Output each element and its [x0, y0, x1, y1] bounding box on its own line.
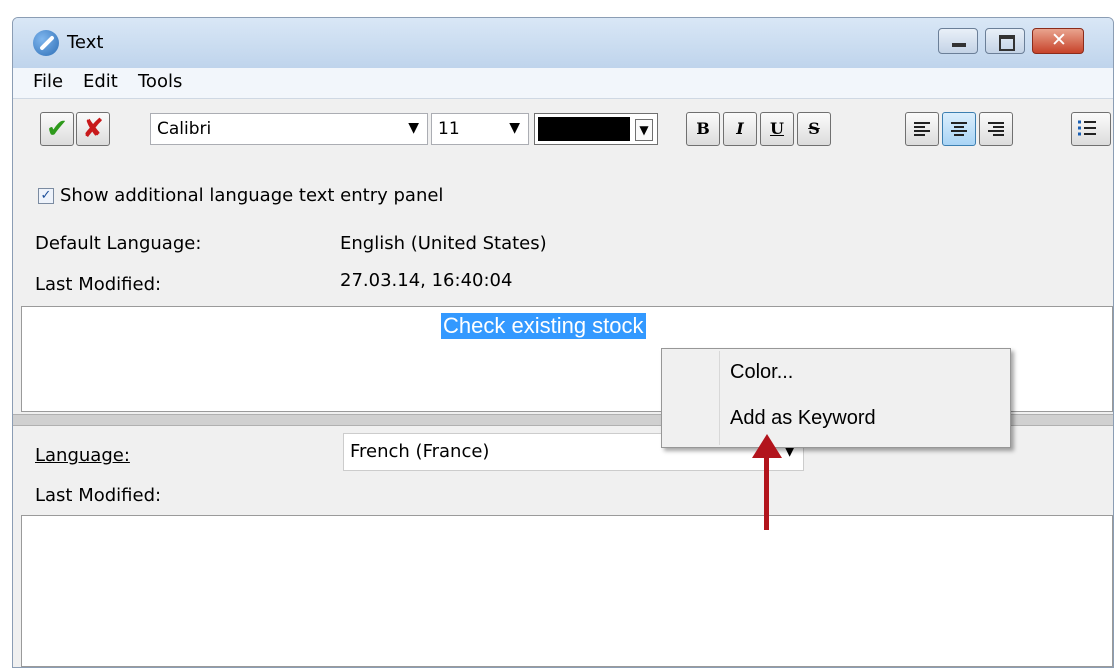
bold-icon: B: [696, 119, 710, 138]
menu-bar: File Edit Tools: [13, 68, 1113, 99]
strikethrough-icon: S: [808, 119, 820, 138]
chevron-down-icon: ▼: [408, 120, 419, 136]
last-modified-value: 27.03.14, 16:40:04: [340, 270, 513, 291]
bullet-list-button[interactable]: [1071, 112, 1111, 146]
chevron-down-icon: ▼: [509, 120, 520, 136]
show-panel-checkbox[interactable]: ✓: [38, 188, 54, 204]
minimize-icon: [952, 43, 966, 47]
language-label: Language:: [35, 445, 130, 466]
menu-tools[interactable]: Tools: [138, 71, 182, 92]
properties-panel: ✓ Show additional language text entry pa…: [13, 161, 1113, 304]
language-label-text: Language:: [35, 445, 130, 466]
second-last-modified-label: Last Modified:: [35, 485, 162, 506]
annotation-arrow: [764, 454, 769, 530]
context-menu: Color... Add as Keyword: [661, 348, 1011, 448]
italic-button[interactable]: I: [723, 112, 757, 146]
font-family-select[interactable]: Calibri ▼: [150, 113, 428, 145]
default-language-value: English (United States): [340, 233, 547, 254]
font-size-select[interactable]: 11 ▼: [431, 113, 529, 145]
ok-button[interactable]: ✔: [40, 112, 74, 146]
chevron-down-icon: ▼: [635, 119, 653, 141]
bold-button[interactable]: B: [686, 112, 720, 146]
maximize-icon: [999, 35, 1015, 51]
align-right-icon: [988, 122, 1004, 136]
close-icon: ✕: [1051, 29, 1067, 51]
title-bar[interactable]: Text ✕: [13, 18, 1113, 68]
translation-text-editor[interactable]: [21, 515, 1113, 667]
menu-item-color[interactable]: Color...: [730, 361, 793, 384]
underline-icon: U: [770, 119, 784, 138]
font-color-select[interactable]: ▼: [534, 113, 658, 145]
app-icon: [33, 30, 59, 56]
underline-button[interactable]: U: [760, 112, 794, 146]
align-left-icon: [914, 122, 930, 136]
font-family-value: Calibri: [157, 119, 212, 139]
cancel-button[interactable]: ✘: [76, 112, 110, 146]
italic-icon: I: [736, 119, 744, 138]
menu-edit[interactable]: Edit: [83, 71, 118, 92]
menu-file[interactable]: File: [33, 71, 63, 92]
minimize-button[interactable]: [938, 28, 978, 54]
last-modified-label: Last Modified:: [35, 274, 162, 295]
bullet-list-icon: [1078, 120, 1096, 136]
toolbar: ✔ ✘ Calibri ▼ 11 ▼ ▼ B I U S: [13, 99, 1113, 162]
show-panel-label: Show additional language text entry pane…: [60, 185, 444, 206]
close-button[interactable]: ✕: [1032, 28, 1084, 54]
text-window: Text ✕ File Edit Tools ✔ ✘ Calibri ▼ 11 …: [12, 17, 1114, 668]
menu-gutter: [719, 351, 720, 445]
checkmark-icon: ✔: [46, 114, 68, 144]
language-value: French (France): [350, 441, 490, 462]
maximize-button[interactable]: [985, 28, 1025, 54]
align-center-icon: [951, 122, 967, 136]
align-center-button[interactable]: [942, 112, 976, 146]
align-left-button[interactable]: [905, 112, 939, 146]
selected-text[interactable]: Check existing stock: [441, 313, 646, 339]
align-right-button[interactable]: [979, 112, 1013, 146]
default-language-label: Default Language:: [35, 233, 202, 254]
window-title: Text: [67, 32, 104, 53]
menu-item-add-keyword[interactable]: Add as Keyword: [730, 407, 876, 430]
color-swatch: [538, 117, 630, 141]
cross-icon: ✘: [82, 114, 104, 144]
font-size-value: 11: [438, 119, 460, 139]
strikethrough-button[interactable]: S: [797, 112, 831, 146]
